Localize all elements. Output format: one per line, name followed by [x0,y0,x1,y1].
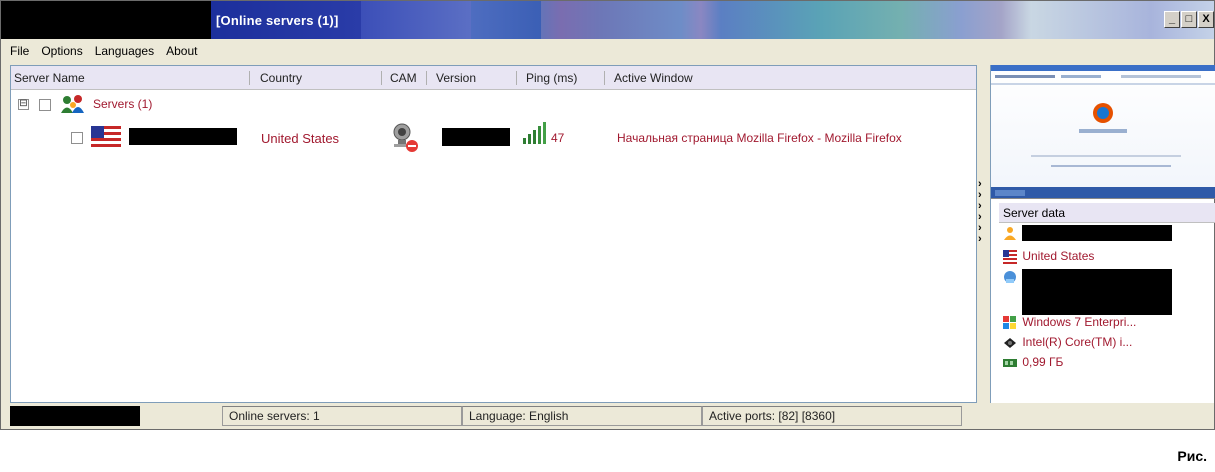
server-country: United States [261,131,340,146]
redacted-version [442,128,510,146]
column-separator[interactable] [249,71,250,85]
column-version[interactable]: Version [436,71,476,85]
user-row [1003,225,1173,241]
details-pane: Server data United States Windows 7 Ente… [990,65,1215,403]
user-icon [1004,227,1016,240]
group-checkbox[interactable] [39,99,51,111]
menu-bar: File Options Languages About [1,39,1214,63]
column-active-window[interactable]: Active Window [614,71,693,85]
menu-about[interactable]: About [166,44,197,58]
ping-value: 47 [551,131,565,145]
title-bar[interactable]: [Online servers (1)] _ □ X [1,1,1214,39]
window-title: [Online servers (1)] [216,13,339,28]
column-server-name[interactable]: Server Name [14,71,85,85]
os-row: Windows 7 Enterpri... [1003,315,1136,331]
active-window-title: Начальная страница Mozilla Firefox - Moz… [617,131,902,145]
group-label[interactable]: Servers (1) [93,97,152,111]
column-separator[interactable] [516,71,517,85]
chevron-right-icon[interactable]: › [978,234,990,245]
menu-options[interactable]: Options [41,44,82,58]
windows-icon [1003,315,1016,329]
status-active-ports: Active ports: [82] [8360] [702,406,962,426]
country-row: United States [1003,249,1094,265]
server-list[interactable]: Server Name Country CAM Version Ping (ms… [10,65,977,403]
close-button[interactable]: X [1198,11,1214,28]
app-window: [Online servers (1)] _ □ X File Options … [0,0,1215,430]
cpu-icon [1004,337,1016,348]
status-redacted [10,406,140,426]
redacted-username [1022,225,1173,241]
minimize-button[interactable]: _ [1164,11,1180,28]
status-language: Language: English [462,406,702,426]
figure-caption: Рис. [1177,448,1207,464]
column-header: Server Name Country CAM Version Ping (ms… [11,66,976,90]
memory-size: 0,99 ГБ [1022,355,1064,369]
menu-file[interactable]: File [10,44,29,58]
maximize-button[interactable]: □ [1181,11,1197,28]
group-users-icon [61,95,84,113]
redacted-server-name [129,128,237,145]
menu-languages[interactable]: Languages [95,44,154,58]
screenshot-thumbnail [991,65,1215,198]
screen-preview[interactable] [991,65,1215,199]
memory-row: 0,99 ГБ [1003,355,1063,371]
memory-icon [1003,358,1017,367]
server-checkbox[interactable] [71,132,83,144]
column-country[interactable]: Country [260,71,302,85]
server-data-country: United States [1022,249,1095,263]
column-ping[interactable]: Ping (ms) [526,71,577,85]
signal-strength-icon [523,122,546,144]
us-flag-icon [91,126,121,148]
cpu-name: Intel(R) Core(TM) i... [1022,335,1133,349]
us-flag-icon [1003,249,1017,264]
webcam-icon[interactable] [389,122,421,154]
status-online-servers: Online servers: 1 [222,406,462,426]
column-separator[interactable] [381,71,382,85]
collapse-toggle[interactable]: ⊟ [18,99,29,110]
window-controls: _ □ X [1164,11,1214,28]
network-icon [1004,270,1016,283]
cpu-row: Intel(R) Core(TM) i... [1003,335,1132,351]
splitter-arrows[interactable]: › › › › › › [978,179,990,245]
column-separator[interactable] [604,71,605,85]
redacted-network-info [1022,269,1173,315]
os-name: Windows 7 Enterpri... [1022,315,1137,329]
server-data-header: Server data [999,203,1215,223]
network-row [1003,269,1173,315]
status-bar: Online servers: 1 Language: English Acti… [10,404,1214,428]
column-cam[interactable]: CAM [390,71,417,85]
column-separator[interactable] [426,71,427,85]
